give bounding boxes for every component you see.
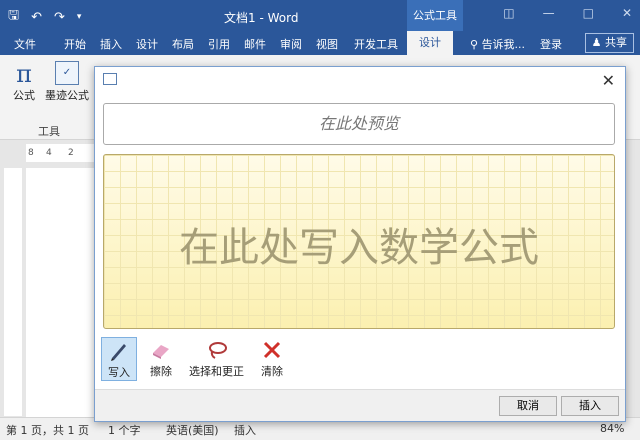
dialog-close-icon[interactable]: ✕	[602, 71, 615, 90]
ruler-mark: 4	[46, 148, 52, 158]
window-controls: ◫ — □ ✕	[503, 6, 632, 20]
cancel-button[interactable]: 取消	[499, 396, 557, 416]
tab-mailings[interactable]: 邮件	[244, 36, 266, 52]
minimize-icon[interactable]: —	[543, 6, 555, 20]
select-correct-tool-button[interactable]: 选择和更正	[185, 337, 248, 381]
pi-icon: π	[16, 60, 32, 88]
ink-equation-icon: ✓	[55, 61, 79, 85]
tab-insert[interactable]: 插入	[100, 36, 122, 52]
tab-file[interactable]: 文件	[14, 36, 36, 52]
ribbon-display-icon[interactable]: ◫	[503, 6, 514, 20]
insert-button[interactable]: 插入	[561, 396, 619, 416]
insert-mode[interactable]: 插入	[234, 422, 256, 438]
write-placeholder: 在此处写入数学公式	[179, 225, 539, 271]
select-correct-tool-label: 选择和更正	[189, 365, 244, 378]
page-count[interactable]: 第 1 页，共 1 页	[6, 422, 89, 438]
ink-equation-button[interactable]: ✓ 墨迹公式	[44, 61, 90, 103]
maximize-icon[interactable]: □	[583, 6, 594, 20]
share-button[interactable]: ♟ 共享	[584, 33, 634, 53]
document-page[interactable]	[26, 168, 96, 418]
customize-icon[interactable]: ▾	[77, 12, 82, 22]
word-count[interactable]: 1 个字	[108, 422, 141, 438]
title-bar: 🖫 ↶ ↷ ▾ 文档1 - Word 公式工具 ◫ — □ ✕	[0, 0, 640, 31]
ink-equation-label: 墨迹公式	[45, 89, 89, 102]
ribbon-tabs: 文件 开始 插入 设计 布局 引用 邮件 审阅 视图 开发工具 设计 ⚲ 告诉我…	[0, 31, 640, 55]
tools-group-label: 工具	[38, 125, 60, 138]
ink-tools: 写入 擦除 选择和更正 清除	[101, 337, 290, 381]
zoom-level[interactable]: 84%	[600, 422, 624, 435]
close-icon[interactable]: ✕	[622, 6, 632, 20]
preview-area: 在此处预览	[103, 103, 615, 145]
erase-tool-label: 擦除	[150, 365, 172, 378]
handwriting-pad[interactable]: 在此处写入数学公式	[103, 154, 615, 329]
tab-review[interactable]: 审阅	[280, 36, 302, 52]
quick-access-toolbar: 🖫 ↶ ↷ ▾	[8, 6, 81, 28]
login-link[interactable]: 登录	[540, 36, 562, 52]
pen-icon	[111, 344, 126, 361]
tab-references[interactable]: 引用	[208, 36, 230, 52]
undo-icon[interactable]: ↶	[31, 10, 42, 25]
tab-developer[interactable]: 开发工具	[354, 36, 398, 52]
clear-tool-label: 清除	[261, 365, 283, 378]
tab-home[interactable]: 开始	[64, 36, 86, 52]
write-tool-label: 写入	[108, 366, 130, 379]
document-title: 文档1 - Word	[224, 11, 299, 25]
ruler-mark: 2	[68, 148, 74, 158]
equation-button[interactable]: π 公式	[10, 61, 38, 103]
vertical-ruler	[4, 168, 22, 416]
language-status[interactable]: 英语(美国)	[166, 422, 219, 438]
tab-design[interactable]: 设计	[136, 36, 158, 52]
tell-me-box[interactable]: ⚲ 告诉我...	[470, 36, 525, 52]
ruler-mark: 8	[28, 148, 34, 158]
lasso-icon	[208, 342, 227, 359]
write-tool-button[interactable]: 写入	[101, 337, 137, 381]
tab-layout[interactable]: 布局	[172, 36, 194, 52]
erase-tool-button[interactable]: 擦除	[143, 337, 179, 381]
tab-view[interactable]: 视图	[316, 36, 338, 52]
redo-icon[interactable]: ↷	[54, 10, 65, 25]
horizontal-ruler: 8 4 2	[26, 144, 96, 162]
eraser-icon	[153, 345, 169, 359]
tell-me-label: 告诉我...	[481, 38, 526, 51]
equation-tools-context-tab: 公式工具	[407, 0, 463, 31]
clear-icon	[263, 341, 281, 359]
math-input-dialog: ✕ 在此处预览 在此处写入数学公式 写入 擦除 选择和更正 清除 取消 插入	[94, 66, 626, 422]
share-label: 共享	[605, 36, 627, 49]
save-icon[interactable]: 🖫	[8, 6, 19, 28]
equation-label: 公式	[13, 89, 35, 102]
dialog-footer: 取消 插入	[95, 389, 625, 421]
math-input-icon	[103, 73, 117, 85]
clear-tool-button[interactable]: 清除	[254, 337, 290, 381]
tab-equation-design[interactable]: 设计	[407, 31, 453, 55]
